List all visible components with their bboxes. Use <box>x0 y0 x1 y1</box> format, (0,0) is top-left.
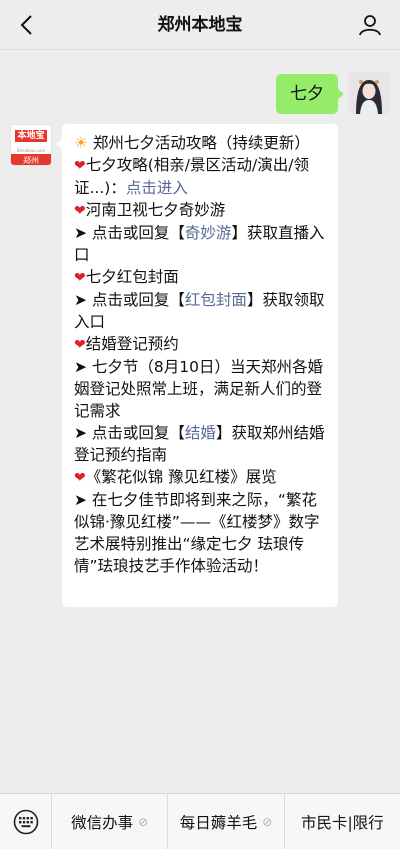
message-line: ❤河南卫视七夕奇妙游 <box>74 201 226 219</box>
person-icon <box>359 15 381 36</box>
heart-icon: ❤ <box>74 270 86 286</box>
message-line: ❤结婚登记预约 <box>74 335 179 353</box>
menu-item-wechat-service[interactable]: 微信办事 ⊘ <box>52 793 169 849</box>
profile-button[interactable] <box>354 9 386 41</box>
outgoing-message-row: 七夕 <box>276 72 390 114</box>
link-marriage[interactable]: 结婚 <box>185 424 216 442</box>
brand-logo-sub: Bendibao.com <box>16 148 46 153</box>
heart-icon: ❤ <box>74 158 86 174</box>
message-line: ☀ 郑州七夕活动攻略（持续更新） <box>74 134 310 152</box>
link-qimiaoyou[interactable]: 奇妙游 <box>185 224 232 242</box>
menu-item-citizen-card[interactable]: 市民卡|限行 <box>285 794 400 849</box>
outgoing-bubble[interactable]: 七夕 <box>276 74 344 114</box>
keyboard-toggle[interactable] <box>0 793 52 849</box>
message-line: ➤ 点击或回复【奇妙游】获取直播入口 <box>74 224 325 264</box>
heart-icon: ❤ <box>74 470 86 486</box>
user-avatar[interactable] <box>348 72 390 114</box>
bottom-menu-bar: 微信办事 ⊘ 每日薅羊毛 ⊘ 市民卡|限行 <box>0 793 400 849</box>
message-line: ❤七夕红包封面 <box>74 268 179 286</box>
brand-logo-text: 本地宝 <box>15 130 47 142</box>
top-bar: 郑州本地宝 <box>0 0 400 50</box>
heart-icon: ❤ <box>74 337 86 353</box>
link-red-envelope[interactable]: 红包封面 <box>185 291 247 309</box>
keyboard-icon <box>13 809 38 834</box>
menu-item-daily-deals[interactable]: 每日薅羊毛 ⊘ <box>168 793 285 849</box>
incoming-message-bubble: ☀ 郑州七夕活动攻略（持续更新） ❤七夕攻略(相亲/景区活动/演出/领证...)… <box>56 124 338 607</box>
message-line: ➤ 七夕节（8月10日）当天郑州各婚姻登记处照常上班，满足新人们的登记需求 <box>74 358 324 420</box>
message-line: ❤七夕攻略(相亲/景区活动/演出/领证...)：点击进入 <box>74 156 309 197</box>
chat-title: 郑州本地宝 <box>157 15 243 35</box>
heart-icon: ❤ <box>74 203 86 219</box>
link-enter[interactable]: 点击进入 <box>126 179 188 197</box>
link-icon: ⊘ <box>262 814 273 829</box>
official-account-avatar[interactable]: 本地宝 Bendibao.com 郑州 <box>10 124 52 166</box>
chat-area[interactable]: 七夕 本地宝 Bendibao.com 郑州 ☀ 郑州七夕活动攻略（持续更新） … <box>0 50 400 793</box>
link-icon: ⊘ <box>138 814 149 829</box>
message-line: ➤ 点击或回复【红包封面】获取领取入口 <box>74 291 325 331</box>
user-avatar-illustration <box>348 72 390 114</box>
message-line: ❤《繁花似锦 豫见红楼》展览 <box>74 468 277 486</box>
sun-icon: ☀ <box>74 134 88 152</box>
message-line: ➤ 在七夕佳节即将到来之际，“繁花似锦·豫见红楼”——《红楼梦》数字艺术展特别推… <box>74 491 320 575</box>
brand-city: 郑州 <box>11 154 51 165</box>
message-line: ➤ 点击或回复【结婚】获取郑州结婚登记预约指南 <box>74 424 325 464</box>
